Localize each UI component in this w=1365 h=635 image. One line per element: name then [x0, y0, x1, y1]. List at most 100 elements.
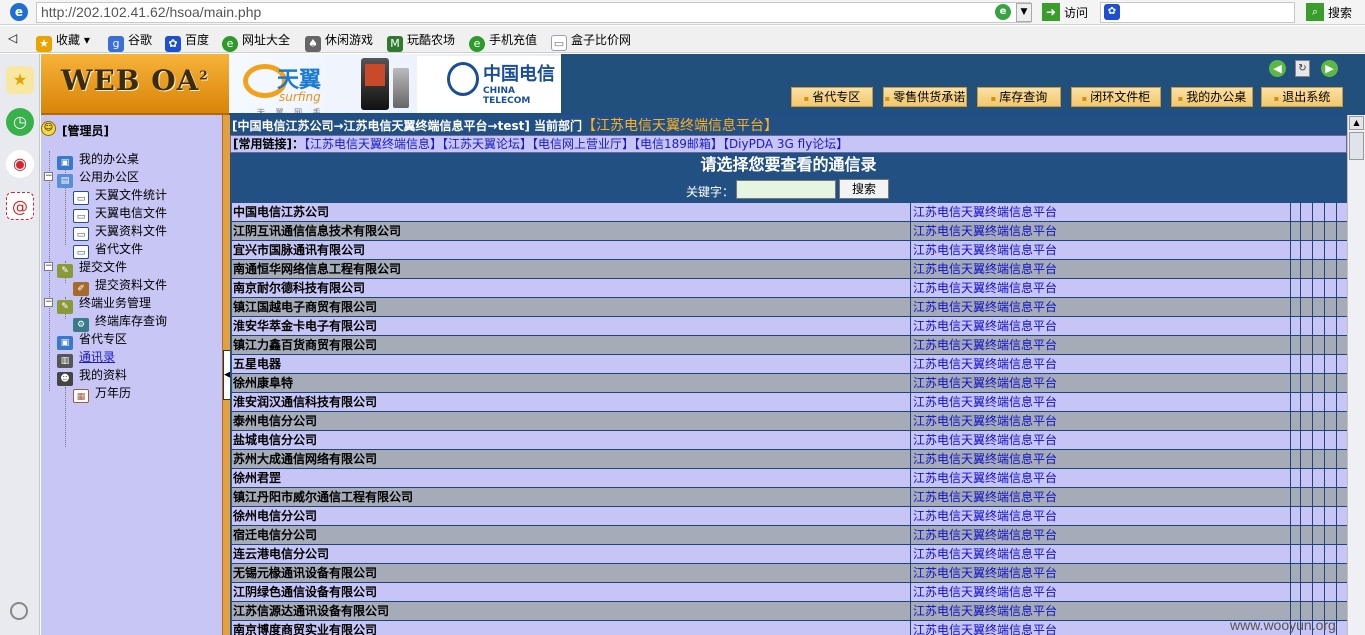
search-input[interactable]	[1100, 2, 1295, 23]
search-icon[interactable]: ⌕	[1306, 3, 1324, 21]
url-dropdown-button[interactable]: ▼	[1016, 3, 1032, 22]
back-arrow-icon[interactable]: ◀	[1269, 60, 1286, 77]
go-arrow-icon[interactable]: ➜	[1042, 3, 1060, 21]
collapse-toggle[interactable]: −	[44, 172, 53, 181]
collapse-toggle[interactable]: −	[44, 262, 53, 271]
tree-item-terminal-inventory[interactable]: ⚙ 终端库存查询	[73, 312, 167, 332]
department-link[interactable]: 江苏电信天翼终端信息平台	[910, 260, 1057, 279]
frame-splitter[interactable]: ◀	[222, 115, 231, 635]
fav-games[interactable]: ♠ 休闲游戏	[305, 31, 373, 52]
weibo-icon[interactable]: ◉	[6, 150, 34, 178]
department-link[interactable]: 江苏电信天翼终端信息平台	[910, 222, 1057, 241]
tree-item-tianyi-stats[interactable]: ▭ 天翼文件统计	[73, 186, 167, 205]
table-row[interactable]: 南通恒华网络信息工程有限公司 江苏电信天翼终端信息平台	[232, 260, 1347, 279]
table-row[interactable]: 淮安润汉通信科技有限公司 江苏电信天翼终端信息平台	[232, 393, 1347, 412]
settings-gear-icon[interactable]	[10, 602, 28, 620]
department-link[interactable]: 江苏电信天翼终端信息平台	[910, 583, 1057, 602]
fav-farm[interactable]: M 玩酷农场	[387, 31, 455, 52]
table-row[interactable]: 盐城电信分公司 江苏电信天翼终端信息平台	[232, 431, 1347, 450]
table-row[interactable]: 宿迁电信分公司 江苏电信天翼终端信息平台	[232, 526, 1347, 545]
tree-item-submit-files[interactable]: ✎ 提交文件	[57, 258, 127, 278]
department-link[interactable]: 江苏电信天翼终端信息平台	[910, 621, 1057, 635]
nav-inventory-button[interactable]: 库存查询	[977, 87, 1061, 107]
table-row[interactable]: 南京耐尔德科技有限公司 江苏电信天翼终端信息平台	[232, 279, 1347, 298]
back-arrow-icon[interactable]: ◁	[8, 31, 17, 45]
tree-item-public-office[interactable]: ▤ 公用办公区	[57, 168, 139, 188]
table-row[interactable]: 镇江力鑫百货商贸有限公司 江苏电信天翼终端信息平台	[232, 336, 1347, 355]
fav-google[interactable]: g 谷歌	[108, 31, 152, 52]
link-189-mail[interactable]: 【电信189邮箱】	[634, 137, 723, 151]
tree-item-my-profile[interactable]: ☻ 我的资料	[57, 366, 127, 386]
tree-item-address-book[interactable]: ▥ 通讯录	[57, 348, 115, 368]
table-row[interactable]: 宜兴市国脉通讯有限公司 江苏电信天翼终端信息平台	[232, 241, 1347, 260]
tree-item-provincial-zone[interactable]: ▣ 省代专区	[57, 330, 127, 350]
department-link[interactable]: 江苏电信天翼终端信息平台	[910, 374, 1057, 393]
tree-item-terminal-business[interactable]: ✎ 终端业务管理	[57, 294, 151, 314]
table-row[interactable]: 徐州电信分公司 江苏电信天翼终端信息平台	[232, 507, 1347, 526]
table-row[interactable]: 连云港电信分公司 江苏电信天翼终端信息平台	[232, 545, 1347, 564]
department-link[interactable]: 江苏电信天翼终端信息平台	[910, 545, 1057, 564]
link-diypda-forum[interactable]: 【DiyPDA 3G fly论坛】	[723, 137, 848, 151]
nav-file-cabinet-button[interactable]: 闭环文件柜	[1071, 87, 1161, 107]
url-input[interactable]: http://202.102.41.62/hsoa/main.php	[36, 2, 1031, 23]
search-button[interactable]: 搜索	[1328, 4, 1352, 21]
department-link[interactable]: 江苏电信天翼终端信息平台	[910, 431, 1057, 450]
department-link[interactable]: 江苏电信天翼终端信息平台	[910, 564, 1057, 583]
compat-mode-icon[interactable]: e	[995, 4, 1011, 20]
nav-logout-button[interactable]: 退出系统	[1261, 87, 1343, 107]
link-tianyi-forum[interactable]: 【江苏天翼论坛】	[442, 137, 532, 151]
department-link[interactable]: 江苏电信天翼终端信息平台	[910, 602, 1057, 621]
tree-item-tianyi-telecom-files[interactable]: ▭ 天翼电信文件	[73, 204, 167, 223]
department-link[interactable]: 江苏电信天翼终端信息平台	[910, 507, 1057, 526]
fav-site-nav[interactable]: e 网址大全	[222, 31, 290, 52]
department-link[interactable]: 江苏电信天翼终端信息平台	[910, 203, 1057, 222]
department-link[interactable]: 江苏电信天翼终端信息平台	[910, 393, 1057, 412]
table-row[interactable]: 江阴互讯通信信息技术有限公司 江苏电信天翼终端信息平台	[232, 222, 1347, 241]
department-link[interactable]: 江苏电信天翼终端信息平台	[910, 450, 1057, 469]
vertical-scrollbar[interactable]: ▲	[1347, 115, 1365, 635]
table-row[interactable]: 镇江国越电子商贸有限公司 江苏电信天翼终端信息平台	[232, 298, 1347, 317]
table-row[interactable]: 徐州康阜特 江苏电信天翼终端信息平台	[232, 374, 1347, 393]
department-link[interactable]: 江苏电信天翼终端信息平台	[910, 526, 1057, 545]
link-online-hall[interactable]: 【电信网上营业厅】	[532, 137, 634, 151]
table-row[interactable]: 淮安华萃金卡电子有限公司 江苏电信天翼终端信息平台	[232, 317, 1347, 336]
table-row[interactable]: 泰州电信分公司 江苏电信天翼终端信息平台	[232, 412, 1347, 431]
forward-arrow-icon[interactable]: ▶	[1321, 60, 1338, 77]
favorites-star-icon[interactable]: ★	[6, 66, 34, 94]
tree-item-tianyi-material-files[interactable]: ▭ 天翼资料文件	[73, 222, 167, 241]
history-clock-icon[interactable]: ◷	[6, 108, 34, 136]
search-button[interactable]: 搜索	[839, 179, 889, 199]
department-link[interactable]: 江苏电信天翼终端信息平台	[910, 241, 1057, 260]
tree-item-my-desk[interactable]: ▣ 我的办公桌	[57, 150, 139, 170]
department-link[interactable]: 江苏电信天翼终端信息平台	[910, 298, 1057, 317]
keyword-input[interactable]	[736, 180, 836, 199]
table-row[interactable]: 中国电信江苏公司 江苏电信天翼终端信息平台	[232, 203, 1347, 222]
table-row[interactable]: 苏州大成通信网络有限公司 江苏电信天翼终端信息平台	[232, 450, 1347, 469]
nav-my-desk-button[interactable]: 我的办公桌	[1171, 87, 1253, 107]
department-link[interactable]: 江苏电信天翼终端信息平台	[910, 317, 1057, 336]
tree-item-calendar[interactable]: ▦ 万年历	[73, 384, 131, 403]
scrollbar-thumb[interactable]	[1349, 132, 1364, 160]
collapse-toggle[interactable]: −	[44, 298, 53, 307]
go-button[interactable]: 访问	[1064, 4, 1088, 21]
table-row[interactable]: 南京博度商贸实业有限公司 江苏电信天翼终端信息平台	[232, 621, 1347, 635]
fav-baidu[interactable]: ✿ 百度	[165, 31, 209, 52]
nav-provincial-button[interactable]: 省代专区	[791, 87, 873, 107]
favorites-star[interactable]: ★ 收藏 ▾	[36, 31, 90, 52]
department-link[interactable]: 江苏电信天翼终端信息平台	[910, 412, 1057, 431]
department-link[interactable]: 江苏电信天翼终端信息平台	[910, 488, 1057, 507]
search-engine-icon[interactable]: ✿	[1104, 4, 1120, 20]
link-jstelecom-terminal[interactable]: 【江苏电信天翼终端信息】	[304, 137, 442, 151]
department-link[interactable]: 江苏电信天翼终端信息平台	[910, 469, 1057, 488]
department-link[interactable]: 江苏电信天翼终端信息平台	[910, 355, 1057, 374]
nav-retail-supply-button[interactable]: 零售供货承诺	[883, 87, 967, 107]
table-row[interactable]: 徐州君罡 江苏电信天翼终端信息平台	[232, 469, 1347, 488]
scroll-up-arrow-icon[interactable]: ▲	[1349, 116, 1364, 130]
table-row[interactable]: 无锡元椽通讯设备有限公司 江苏电信天翼终端信息平台	[232, 564, 1347, 583]
table-row[interactable]: 镇江丹阳市威尔通信工程有限公司 江苏电信天翼终端信息平台	[232, 488, 1347, 507]
table-row[interactable]: 江苏信源达通讯设备有限公司 江苏电信天翼终端信息平台	[232, 602, 1347, 621]
department-link[interactable]: 江苏电信天翼终端信息平台	[910, 336, 1057, 355]
email-icon[interactable]: @	[6, 192, 34, 220]
tree-item-submit-material[interactable]: ✐ 提交资料文件	[73, 276, 167, 296]
department-link[interactable]: 江苏电信天翼终端信息平台	[910, 279, 1057, 298]
